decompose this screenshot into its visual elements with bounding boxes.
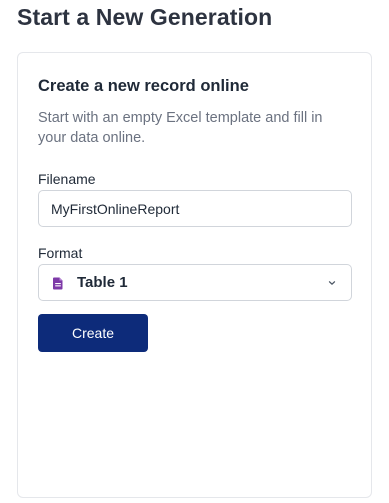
format-select[interactable]: Table 1	[38, 264, 352, 301]
page-title: Start a New Generation	[17, 4, 273, 30]
card-title: Create a new record online	[38, 77, 249, 95]
page: Start a New Generation Create a new reco…	[0, 0, 389, 503]
filename-input[interactable]	[38, 190, 352, 227]
chevron-down-icon	[327, 278, 337, 288]
document-icon	[51, 276, 65, 290]
format-selected-value: Table 1	[77, 274, 128, 291]
filename-label: Filename	[38, 171, 96, 187]
new-record-card: Create a new record online Start with an…	[17, 52, 372, 498]
card-description: Start with an empty Excel template and f…	[38, 110, 323, 146]
create-button[interactable]: Create	[38, 314, 148, 352]
format-label: Format	[38, 245, 83, 261]
